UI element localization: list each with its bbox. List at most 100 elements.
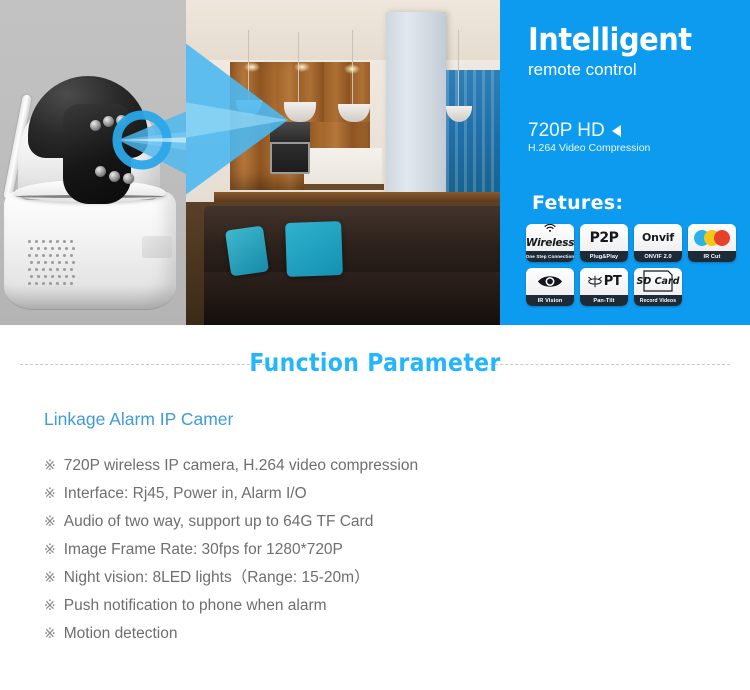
speaker-hole <box>37 261 40 264</box>
speaker-hole <box>51 275 54 278</box>
speaker-hole <box>63 254 66 257</box>
ip-camera-illustration <box>2 58 186 323</box>
speaker-hole <box>49 254 52 257</box>
scene-adjacent-room-blinds <box>446 70 500 194</box>
speaker-hole <box>58 247 61 250</box>
speaker-hole <box>30 261 33 264</box>
speaker-hole <box>35 254 38 257</box>
ir-cut-color-dots-icon <box>694 229 730 246</box>
speaker-hole <box>51 247 54 250</box>
badge-face <box>688 224 736 251</box>
speaker-hole <box>58 275 61 278</box>
ir-led-icon <box>95 166 106 177</box>
badge-label: SD Card <box>636 276 680 287</box>
spec-item: ※ Interface: Rj45, Power in, Alarm I/O <box>44 480 644 508</box>
scene-sofa-seat <box>204 272 500 325</box>
ir-led-icon <box>103 116 114 127</box>
badge-sd-card: SD Card Record Videos <box>634 268 682 306</box>
speaker-hole <box>56 268 59 271</box>
speaker-hole <box>42 268 45 271</box>
bullet-mark-icon: ※ <box>44 598 56 614</box>
badge-caption: Pan-Tilt <box>580 295 628 306</box>
badge-ir-vision: IR Vision <box>526 268 574 306</box>
speaker-hole <box>72 247 75 250</box>
spec-text: Night vision: 8LED lights（Range: 15-20m） <box>63 569 370 586</box>
scene-column <box>386 12 446 194</box>
speaker-hole <box>65 261 68 264</box>
camera-view-cone-overlay <box>186 43 288 195</box>
badge-label: P2P <box>589 229 619 246</box>
bullet-mark-icon: ※ <box>44 570 56 586</box>
resolution-text: 720P HD <box>528 120 605 141</box>
speaker-hole <box>30 247 33 250</box>
badge-label: PT <box>603 274 622 289</box>
spec-text: Interface: Rj45, Power in, Alarm I/O <box>63 485 307 502</box>
badge-caption: Record Videos <box>634 295 682 306</box>
speaker-hole <box>70 282 73 285</box>
spec-item: ※ Night vision: 8LED lights（Range: 15-20m… <box>44 564 644 592</box>
spec-text: Push notification to phone when alarm <box>63 597 327 614</box>
badge-label: Wireless <box>526 237 574 249</box>
speaker-hole <box>42 254 45 257</box>
spec-item: ※ Motion detection <box>44 620 644 648</box>
product-listing-page: Intelligent remote control 720P HD H.264… <box>0 0 750 690</box>
speaker-hole <box>28 282 31 285</box>
speaker-hole <box>28 268 31 271</box>
resolution-caption: H.264 Video Compression <box>528 142 651 154</box>
badge-face: Wireless <box>526 224 574 251</box>
section-header: Function Parameter <box>0 348 750 382</box>
wifi-icon <box>544 224 556 232</box>
badge-face: Onvif <box>634 224 682 251</box>
resolution-label: 720P HD <box>528 120 621 142</box>
subsection-title: Linkage Alarm IP Camer <box>44 409 234 429</box>
spec-item: ※ Push notification to phone when alarm <box>44 592 644 620</box>
badge-p2p: P2P Plug&Play <box>580 224 628 262</box>
ir-led-icon <box>90 120 101 131</box>
speaker-hole <box>37 247 40 250</box>
color-dot-red <box>714 229 730 246</box>
page-title: Function Parameter <box>249 348 501 377</box>
speaker-hole <box>70 268 73 271</box>
spec-item: ※ Image Frame Rate: 30fps for 1280*720P <box>44 536 644 564</box>
living-room-scene-photo <box>186 0 500 325</box>
ir-led-icon <box>109 171 120 182</box>
spec-text: Image Frame Rate: 30fps for 1280*720P <box>63 541 343 558</box>
badge-onvif: Onvif ONVIF 2.0 <box>634 224 682 262</box>
speaker-hole <box>35 268 38 271</box>
pan-tilt-icon <box>587 275 602 288</box>
badge-face: SD Card <box>634 268 682 295</box>
scene-teal-pillow <box>285 221 343 277</box>
spec-text: Audio of two way, support up to 64G TF C… <box>63 513 374 530</box>
speaker-hole <box>35 282 38 285</box>
speaker-hole <box>30 275 33 278</box>
speaker-hole <box>56 254 59 257</box>
speaker-hole <box>56 282 59 285</box>
badge-face: PT <box>580 268 628 295</box>
speaker-hole <box>63 268 66 271</box>
specification-list: ※ 720P wireless IP camera, H.264 video co… <box>44 452 644 648</box>
speaker-hole <box>49 268 52 271</box>
speaker-hole <box>72 261 75 264</box>
speaker-hole <box>42 282 45 285</box>
speaker-hole <box>37 275 40 278</box>
bullet-mark-icon: ※ <box>44 626 56 642</box>
bullet-mark-icon: ※ <box>44 514 56 530</box>
speaker-hole <box>51 261 54 264</box>
ir-led-icon <box>116 115 127 126</box>
speaker-hole <box>49 282 52 285</box>
feature-badge-row: IR Vision PT Pan-Tilt SD Card Record Vid… <box>526 268 744 306</box>
pendant-cord <box>458 30 459 108</box>
speaker-hole <box>28 240 31 243</box>
feature-badge-grid: Wireless One Step Connection P2P Plug&Pl… <box>526 224 744 312</box>
badge-ir-cut: IR Cut <box>688 224 736 262</box>
ir-led-icon <box>123 173 134 184</box>
badge-caption: IR Vision <box>526 295 574 306</box>
hero-banner: Intelligent remote control 720P HD H.264… <box>0 0 750 325</box>
product-photo-panel <box>0 0 186 325</box>
banner-title: Intelligent <box>528 22 692 58</box>
badge-caption: Plug&Play <box>580 251 628 262</box>
eye-icon <box>538 276 562 287</box>
arrow-left-icon <box>611 125 621 137</box>
badge-caption: IR Cut <box>688 251 736 262</box>
bullet-mark-icon: ※ <box>44 486 56 502</box>
